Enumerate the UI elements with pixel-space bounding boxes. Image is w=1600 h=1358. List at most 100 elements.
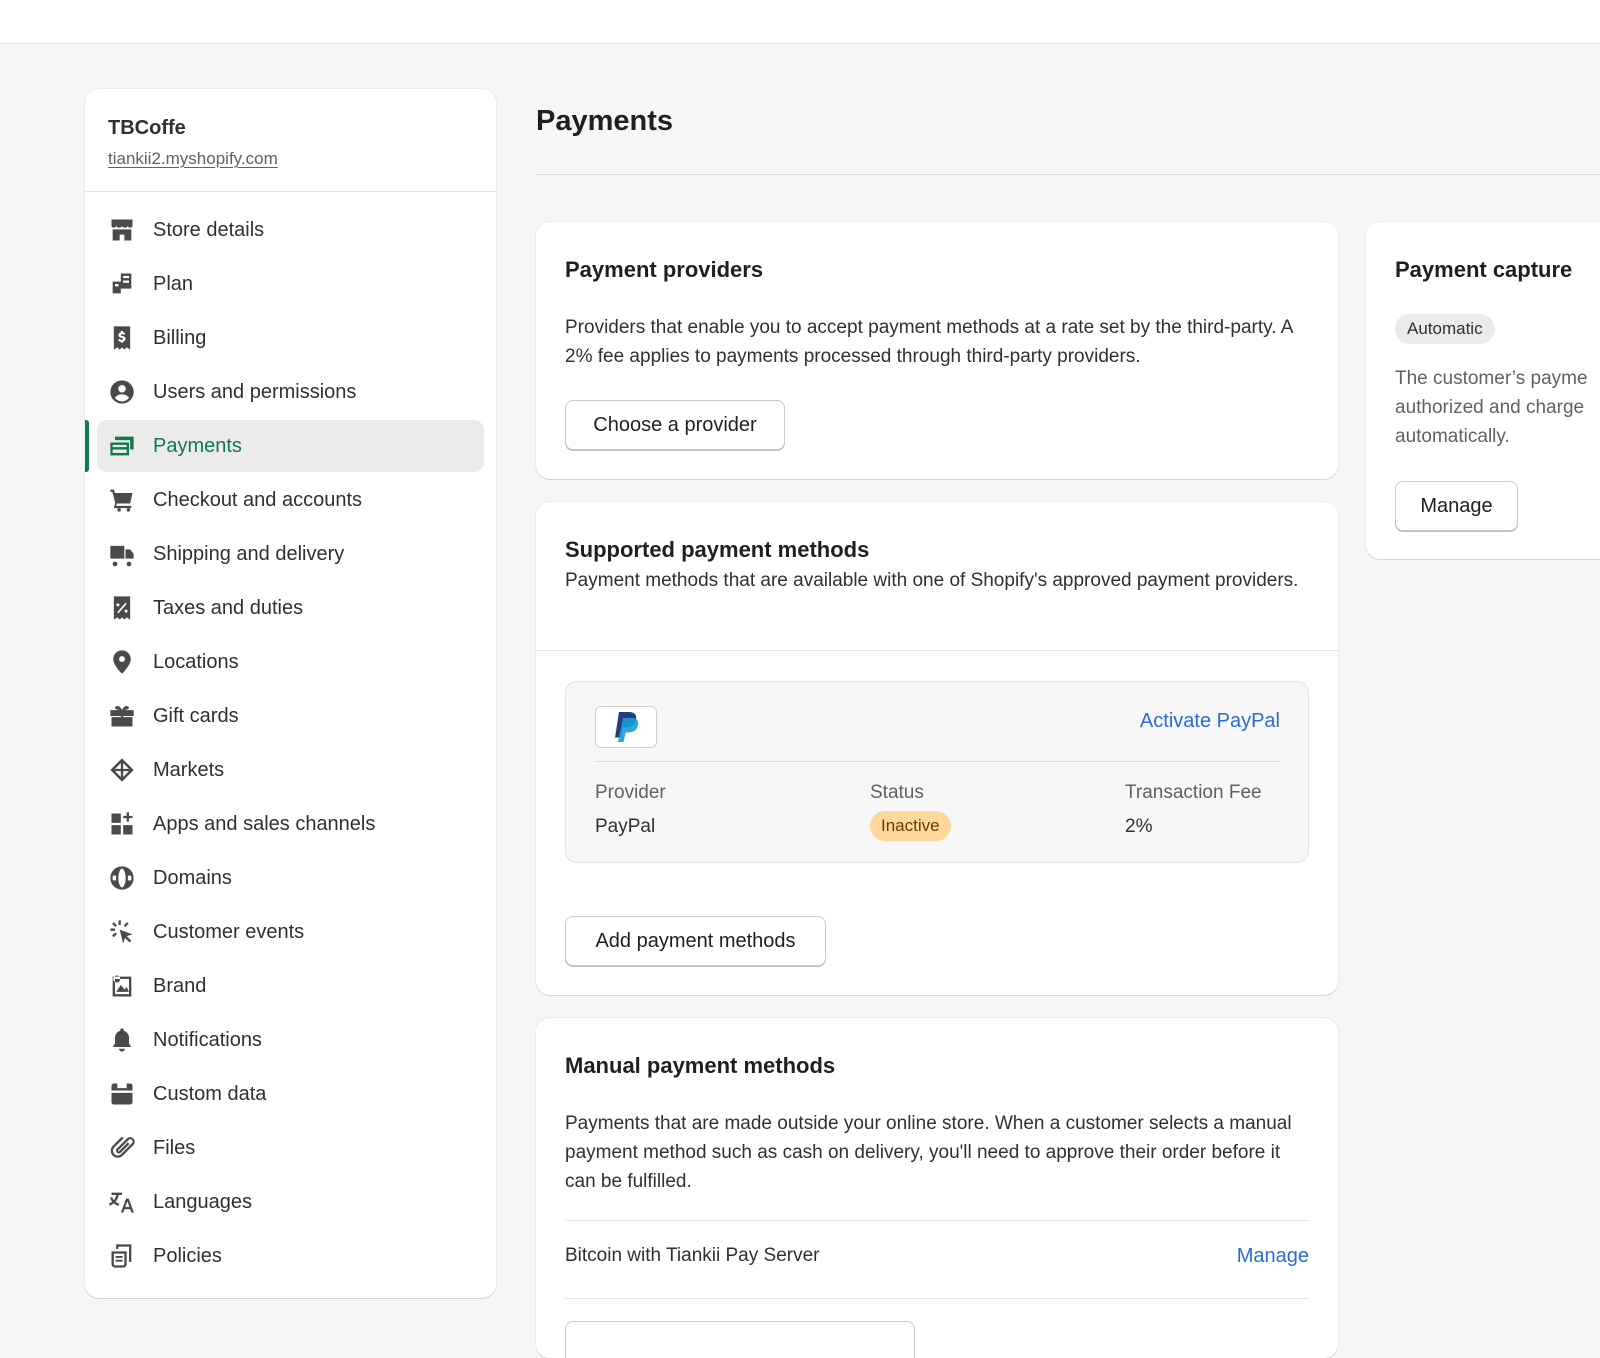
sidebar-item-label: Store details bbox=[153, 218, 265, 241]
sidebar-item-notifications[interactable]: Notifications bbox=[97, 1014, 484, 1066]
capture-mode-badge: Automatic bbox=[1395, 314, 1495, 344]
location-icon bbox=[107, 647, 137, 677]
manual-methods-card: Manual payment methods Payments that are… bbox=[536, 1018, 1338, 1358]
supported-methods-card: Supported payment methods Payment method… bbox=[536, 502, 1338, 995]
card-description: Payments that are made outside your onli… bbox=[565, 1113, 1292, 1192]
row-divider-bottom bbox=[565, 1298, 1309, 1299]
sidebar-item-label: Custom data bbox=[153, 1082, 267, 1105]
sidebar-item-label: Languages bbox=[153, 1190, 252, 1213]
sidebar-item-brand[interactable]: Brand bbox=[97, 960, 484, 1012]
sidebar-item-label: Notifications bbox=[153, 1028, 262, 1051]
apps-icon bbox=[107, 809, 137, 839]
status-header: Status bbox=[870, 782, 924, 803]
row-divider-top bbox=[565, 1220, 1309, 1221]
card-divider bbox=[536, 650, 1338, 651]
card-title: Payment capture bbox=[1395, 257, 1573, 282]
manual-method-label: Bitcoin with Tiankii Pay Server bbox=[565, 1245, 820, 1266]
paypal-logo-icon bbox=[595, 706, 657, 748]
settings-nav: Store details Plan Billing Users and per… bbox=[85, 192, 496, 1282]
sidebar-item-label: Customer events bbox=[153, 920, 305, 943]
gift-icon bbox=[107, 701, 137, 731]
sidebar-item-label: Apps and sales channels bbox=[153, 812, 376, 835]
transaction-fee-value: 2% bbox=[1125, 816, 1153, 837]
active-indicator bbox=[85, 420, 89, 472]
store-name: TBCoffe bbox=[108, 117, 186, 139]
sidebar-item-users[interactable]: Users and permissions bbox=[97, 366, 484, 418]
sidebar-item-taxes[interactable]: Taxes and duties bbox=[97, 582, 484, 634]
markets-icon bbox=[107, 755, 137, 785]
sidebar-item-label: Users and permissions bbox=[153, 380, 357, 403]
sidebar-item-label: Locations bbox=[153, 650, 239, 673]
capture-manage-button[interactable]: Manage bbox=[1395, 481, 1518, 531]
tax-icon bbox=[107, 593, 137, 623]
sidebar-item-customer-events[interactable]: Customer events bbox=[97, 906, 484, 958]
payments-icon bbox=[107, 431, 137, 461]
sidebar-item-domains[interactable]: Domains bbox=[97, 852, 484, 904]
payment-providers-card: Payment providers Providers that enable … bbox=[536, 222, 1338, 479]
sidebar-item-label: Domains bbox=[153, 866, 232, 889]
custom-data-icon bbox=[107, 1079, 137, 1109]
provider-value: PayPal bbox=[595, 816, 656, 837]
sidebar-item-store-details[interactable]: Store details bbox=[97, 204, 484, 256]
billing-icon bbox=[107, 323, 137, 353]
sidebar-item-label: Gift cards bbox=[153, 704, 239, 727]
sidebar-item-checkout[interactable]: Checkout and accounts bbox=[97, 474, 484, 526]
sidebar-item-plan[interactable]: Plan bbox=[97, 258, 484, 310]
translate-icon bbox=[107, 1187, 137, 1217]
transaction-fee-header: Transaction Fee bbox=[1125, 782, 1262, 803]
sidebar-item-custom-data[interactable]: Custom data bbox=[97, 1068, 484, 1120]
title-divider bbox=[536, 174, 1600, 175]
bell-icon bbox=[107, 1025, 137, 1055]
sidebar-item-label: Billing bbox=[153, 326, 207, 349]
sidebar-item-payments[interactable]: Payments bbox=[85, 420, 484, 472]
provider-header: Provider bbox=[595, 782, 666, 803]
settings-sidebar: TBCoffe tiankii2.myshopify.com Store det… bbox=[85, 89, 496, 1298]
store-url-link[interactable]: tiankii2.myshopify.com bbox=[108, 149, 473, 169]
brand-icon bbox=[107, 971, 137, 1001]
store-header: TBCoffe tiankii2.myshopify.com bbox=[85, 89, 496, 192]
choose-provider-button[interactable]: Choose a provider bbox=[565, 400, 785, 450]
payment-capture-card: Payment capture Automatic The customer’s… bbox=[1366, 222, 1600, 559]
sidebar-item-label: Taxes and duties bbox=[153, 596, 304, 619]
sidebar-item-gift-cards[interactable]: Gift cards bbox=[97, 690, 484, 742]
sidebar-item-label: Plan bbox=[153, 272, 194, 295]
card-description: Providers that enable you to accept paym… bbox=[565, 317, 1293, 367]
user-icon bbox=[107, 377, 137, 407]
sidebar-item-policies[interactable]: Policies bbox=[97, 1230, 484, 1282]
policy-icon bbox=[107, 1241, 137, 1271]
cart-icon bbox=[107, 485, 137, 515]
manual-method-manage-link[interactable]: Manage bbox=[1237, 1245, 1309, 1268]
sidebar-item-shipping[interactable]: Shipping and delivery bbox=[97, 528, 484, 580]
sidebar-item-billing[interactable]: Billing bbox=[97, 312, 484, 364]
sidebar-item-label: Checkout and accounts bbox=[153, 488, 363, 511]
sidebar-item-label: Files bbox=[153, 1136, 196, 1159]
store-icon bbox=[107, 215, 137, 245]
sidebar-item-markets[interactable]: Markets bbox=[97, 744, 484, 796]
top-bar bbox=[0, 0, 1600, 44]
sidebar-item-label: Markets bbox=[153, 758, 225, 781]
sidebar-item-label: Brand bbox=[153, 974, 207, 997]
globe-icon bbox=[107, 863, 137, 893]
add-payment-methods-button[interactable]: Add payment methods bbox=[565, 916, 826, 966]
paypal-method-box: Activate PayPal Provider Status Transact… bbox=[565, 681, 1309, 863]
truck-icon bbox=[107, 539, 137, 569]
card-description: Payment methods that are available with … bbox=[565, 570, 1299, 591]
sidebar-item-label: Shipping and delivery bbox=[153, 542, 345, 565]
sidebar-item-label: Payments bbox=[153, 434, 242, 457]
card-title: Supported payment methods bbox=[565, 537, 870, 562]
paperclip-icon bbox=[107, 1133, 137, 1163]
card-title: Payment providers bbox=[565, 257, 764, 282]
plan-icon bbox=[107, 269, 137, 299]
sidebar-item-apps[interactable]: Apps and sales channels bbox=[97, 798, 484, 850]
sidebar-item-label: Policies bbox=[153, 1244, 222, 1267]
add-manual-method-button[interactable] bbox=[565, 1321, 915, 1358]
page-title: Payments bbox=[536, 105, 674, 137]
status-badge: Inactive bbox=[870, 811, 951, 841]
activate-paypal-link[interactable]: Activate PayPal bbox=[1140, 710, 1280, 733]
sidebar-item-files[interactable]: Files bbox=[97, 1122, 484, 1174]
card-title: Manual payment methods bbox=[565, 1053, 836, 1078]
sidebar-item-languages[interactable]: Languages bbox=[97, 1176, 484, 1228]
cursor-icon bbox=[107, 917, 137, 947]
card-description: The customer’s payme authorized and char… bbox=[1395, 368, 1588, 447]
sidebar-item-locations[interactable]: Locations bbox=[97, 636, 484, 688]
